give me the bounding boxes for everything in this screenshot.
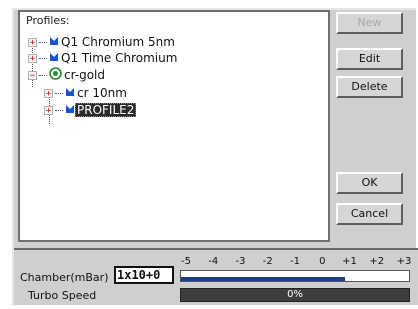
- delete-button[interactable]: Delete: [336, 76, 403, 98]
- turbo-speed-label: Turbo Speed: [28, 289, 97, 302]
- profile-flag-icon: [65, 103, 75, 117]
- tree-branch: [55, 109, 63, 111]
- scale-tick: -3: [235, 256, 246, 267]
- pressure-scale: -5 -4 -3 -2 -1 0 +1 +2 +3: [174, 256, 412, 270]
- turbo-speed-value: 0%: [287, 289, 303, 300]
- edit-button[interactable]: Edit: [336, 48, 403, 70]
- pressure-readout: 1x10+0: [114, 266, 174, 284]
- pressure-gauge: [180, 270, 410, 282]
- expand-icon[interactable]: +: [28, 53, 37, 63]
- tree-node-label: PROFILE2: [75, 103, 137, 117]
- scale-tick: +3: [396, 256, 412, 267]
- scale-tick: +1: [342, 256, 357, 267]
- status-panel: Chamber(mBar) 1x10+0 -5 -4 -3 -2 -1 0 +1 +2 +3 T…: [14, 248, 418, 305]
- profile-flag-icon: [49, 51, 59, 65]
- new-button[interactable]: New: [336, 12, 403, 34]
- ok-button[interactable]: OK: [336, 172, 403, 194]
- tree-node-label: cr 10nm: [77, 86, 127, 100]
- scale-tick: -5: [181, 256, 191, 267]
- chamber-label: Chamber(mBar): [20, 271, 109, 284]
- scale-tick: +2: [369, 256, 385, 267]
- scale-tick: 0: [319, 256, 326, 267]
- tree-node-label: cr-gold: [64, 68, 106, 82]
- scale-tick: -2: [262, 256, 273, 267]
- tree-title: Profiles:: [26, 14, 70, 27]
- tree-node-q1-time-chromium[interactable]: + Q1 Time Chromium: [28, 50, 179, 66]
- profile-flag-icon: [49, 35, 59, 49]
- cancel-button[interactable]: Cancel: [336, 203, 403, 225]
- expand-icon[interactable]: +: [44, 105, 53, 115]
- tree-branch: [39, 74, 47, 76]
- profiles-tree[interactable]: Profiles: + Q1 Chromium 5nm + Q1 Time Ch…: [18, 10, 330, 242]
- profile-flag-icon: [65, 86, 75, 100]
- collapse-icon[interactable]: −: [28, 70, 37, 80]
- tree-branch: [39, 41, 47, 43]
- tree-node-label: Q1 Time Chromium: [61, 51, 178, 65]
- tree-node-selected-profile[interactable]: + PROFILE2: [44, 102, 137, 118]
- scale-tick: -4: [208, 256, 219, 267]
- scale-tick: -1: [290, 256, 300, 267]
- tree-node-cr-10nm[interactable]: + cr 10nm: [44, 85, 129, 101]
- tree-branch: [39, 57, 47, 59]
- tree-node-q1-chromium-5nm[interactable]: + Q1 Chromium 5nm: [28, 34, 177, 50]
- turbo-speed-bar: 0%: [180, 288, 410, 302]
- profiles-dialog: Profiles: + Q1 Chromium 5nm + Q1 Time Ch…: [12, 8, 418, 305]
- tree-node-cr-gold[interactable]: − cr-gold: [28, 67, 107, 83]
- expand-icon[interactable]: +: [44, 88, 53, 98]
- tree-node-label: Q1 Chromium 5nm: [61, 35, 175, 49]
- folder-group-icon: [49, 67, 62, 83]
- expand-icon[interactable]: +: [28, 37, 37, 47]
- tree-branch: [55, 92, 63, 94]
- pressure-gauge-fill: [181, 277, 346, 281]
